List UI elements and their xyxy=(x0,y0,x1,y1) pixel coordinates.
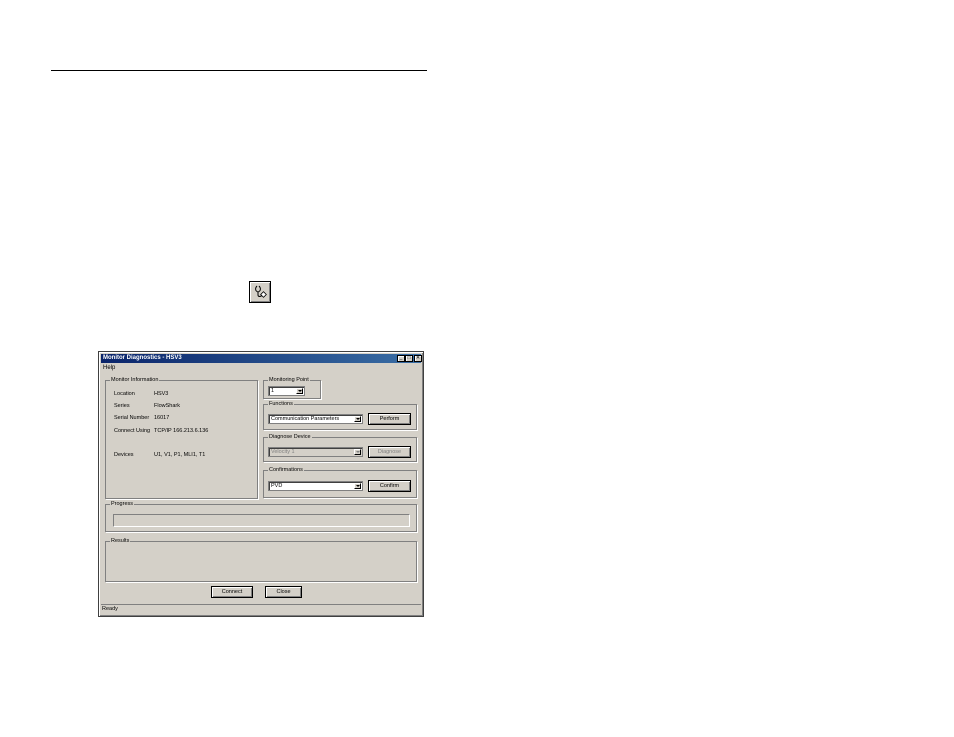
progress-legend: Progress xyxy=(110,500,135,508)
menu-bar: Help xyxy=(103,364,115,372)
perform-button[interactable]: Perform xyxy=(368,413,411,425)
confirmations-group: Confirmations PVD Confirm xyxy=(263,466,417,498)
functions-value: Communication Parameters xyxy=(271,416,340,422)
progress-bar xyxy=(113,514,410,527)
monitor-diagnostics-window: Monitor Diagnostics - HSV3 _ □ ✕ Help Mo… xyxy=(98,351,424,617)
info-label: Devices xyxy=(114,452,134,458)
results-legend: Results xyxy=(110,537,131,545)
monitoring-point-group: Monitoring Point 1 xyxy=(263,376,321,399)
info-label: Location xyxy=(114,391,135,397)
dropdown-arrow-icon[interactable] xyxy=(354,416,361,422)
functions-select[interactable]: Communication Parameters xyxy=(268,414,363,424)
diagnostics-toolbar-icon[interactable] xyxy=(249,281,271,303)
diagnose-device-legend: Diagnose Device xyxy=(268,433,312,441)
diagnose-device-value: Velocity 1 xyxy=(271,449,295,455)
status-bar: Ready xyxy=(101,604,421,614)
dropdown-arrow-icon[interactable] xyxy=(354,449,361,455)
monitoring-point-value: 1 xyxy=(271,388,275,394)
close-button[interactable]: Close xyxy=(265,586,302,598)
info-value: U1, V1, P1, MLI1, T1 xyxy=(154,452,206,458)
info-value: HSV3 xyxy=(154,391,169,397)
confirmations-value: PVD xyxy=(271,483,283,489)
info-value: 16017 xyxy=(154,415,170,421)
confirmations-legend: Confirmations xyxy=(268,466,304,474)
title-bar: Monitor Diagnostics - HSV3 _ □ ✕ xyxy=(101,354,422,363)
confirmations-select[interactable]: PVD xyxy=(268,481,363,491)
menu-help[interactable]: Help xyxy=(103,365,115,371)
close-window-button[interactable]: ✕ xyxy=(414,355,422,362)
info-label: Series xyxy=(114,403,130,409)
diagnose-button[interactable]: Diagnose xyxy=(368,446,411,458)
info-label: Connect Using xyxy=(114,428,151,434)
dropdown-arrow-icon[interactable] xyxy=(296,388,303,394)
window-title: Monitor Diagnostics - HSV3 xyxy=(103,355,182,361)
functions-legend: Functions xyxy=(268,400,294,408)
diagnose-device-group: Diagnose Device Velocity 1 Diagnose xyxy=(263,433,417,462)
info-value: FlowShark xyxy=(154,403,180,409)
info-value: TCP/IP 166.213.6.136 xyxy=(154,428,209,434)
confirm-button[interactable]: Confirm xyxy=(368,480,411,492)
horizontal-rule xyxy=(51,70,427,71)
dropdown-arrow-icon[interactable] xyxy=(354,483,361,489)
stethoscope-icon xyxy=(255,285,267,298)
monitoring-point-legend: Monitoring Point xyxy=(268,376,310,384)
info-label: Serial Number xyxy=(114,415,150,421)
results-group: Results xyxy=(105,537,417,582)
connect-button[interactable]: Connect xyxy=(211,586,253,598)
diagnose-device-select[interactable]: Velocity 1 xyxy=(268,447,363,457)
functions-group: Functions Communication Parameters Perfo… xyxy=(263,400,417,430)
monitor-information-legend: Monitor Information xyxy=(110,376,160,384)
maximize-button[interactable]: □ xyxy=(405,355,413,362)
minimize-button[interactable]: _ xyxy=(397,355,405,362)
monitor-information-group: Monitor Information Location HSV3 Series… xyxy=(105,376,258,499)
monitoring-point-select[interactable]: 1 xyxy=(268,386,305,396)
progress-group: Progress xyxy=(105,500,417,532)
